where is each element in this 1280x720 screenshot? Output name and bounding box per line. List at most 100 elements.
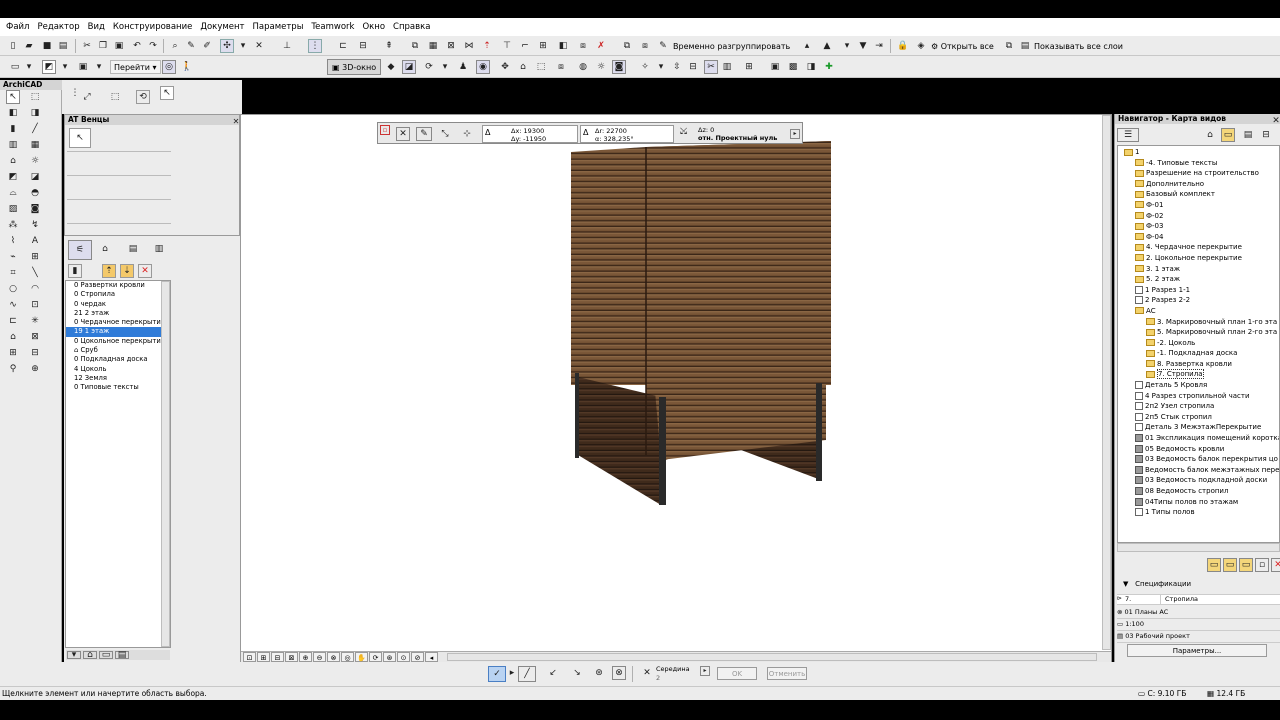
polar-field[interactable]: Δ Δr: 22700 α: 328,235° <box>580 125 674 143</box>
cursor-origin-icon[interactable]: ⊹ <box>460 127 474 141</box>
paste-icon[interactable]: ▣ <box>112 39 126 53</box>
orbit-icon[interactable]: ⟳ <box>422 60 436 74</box>
rotated-rect-icon[interactable]: ⟲ <box>136 90 150 104</box>
palette-expand-icon[interactable]: ▸ <box>790 129 800 139</box>
tool-icon[interactable]: ⌓ <box>6 186 20 200</box>
layer-item[interactable]: 0 Чердачное перекрытие <box>66 318 170 327</box>
navigator-item[interactable]: 3. 1 этаж <box>1118 264 1279 275</box>
cutaway-icon[interactable]: ✂ <box>704 60 718 74</box>
layer-settings-icon[interactable]: ▮ <box>68 264 82 278</box>
horizontal-scrollbar[interactable] <box>447 653 1097 661</box>
zoom-control-icon[interactable]: ⟳ <box>369 652 382 662</box>
redo-icon[interactable]: ↷ <box>146 39 160 53</box>
ungroup-temp-button[interactable]: Временно разгруппировать <box>673 39 790 53</box>
home-small-icon[interactable]: ⌂ <box>83 650 97 659</box>
check-icon[interactable]: ✓ <box>488 666 506 682</box>
line-icon[interactable]: ╱ <box>518 666 536 682</box>
window-icon[interactable]: ▭ <box>8 60 22 74</box>
tool-icon[interactable]: ▥ <box>6 138 20 152</box>
tool-icon[interactable]: ⊡ <box>28 298 42 312</box>
layer-item[interactable]: 21 2 этаж <box>66 309 170 318</box>
navigator-item[interactable]: Ф-04 <box>1118 232 1279 243</box>
layout-icon[interactable]: ▣ <box>76 60 90 74</box>
ok-button[interactable]: OK <box>717 667 757 680</box>
grid-origin-icon[interactable]: ⤡ <box>438 127 452 141</box>
layer-scrollbar[interactable] <box>161 281 170 647</box>
navigator-item[interactable]: 5. Маркировочный план 2-го эта <box>1118 327 1279 338</box>
menu-item[interactable]: Вид <box>84 22 109 32</box>
tool-icon[interactable]: ∿ <box>6 298 20 312</box>
tool-icon[interactable]: A <box>28 234 42 248</box>
tool-icon[interactable]: ⊕ <box>28 362 42 376</box>
tool-icon[interactable]: ⁂ <box>6 218 20 232</box>
globe-icon[interactable]: ◍ <box>576 60 590 74</box>
publisher-small-icon[interactable]: ⊟ <box>1259 128 1273 142</box>
dropdown-arrow-icon[interactable]: ▾ <box>236 39 250 53</box>
green-plus-icon[interactable]: ✚ <box>822 60 836 74</box>
group-items-icon[interactable]: ⧉ <box>620 39 634 53</box>
cut-icon[interactable]: ✂ <box>80 39 94 53</box>
navigator-item[interactable]: Ф-02 <box>1118 211 1279 222</box>
tool-icon[interactable]: ⊏ <box>6 314 20 328</box>
goto-button[interactable]: Перейти ▾ <box>110 60 161 74</box>
settings-small-icon[interactable]: ▫ <box>1255 558 1269 572</box>
dropdown-arrow-icon[interactable]: ▾ <box>654 60 668 74</box>
lock-icon[interactable]: 🔒 <box>896 39 910 53</box>
move-up2-icon[interactable]: ▲ <box>820 39 834 53</box>
menu-item[interactable]: Справка <box>389 22 434 32</box>
move-down2-icon[interactable]: ▼ <box>856 39 870 53</box>
cube-icon[interactable]: ⬚ <box>534 60 548 74</box>
layer-item[interactable]: 19 1 этаж <box>66 327 170 337</box>
eyedropper-icon[interactable]: ✎ <box>184 39 198 53</box>
model-view-row[interactable]: ▤ 03 Рабочий проект <box>1117 632 1280 643</box>
split-icon[interactable]: ⊠ <box>444 39 458 53</box>
tool-icon[interactable]: ↯ <box>28 218 42 232</box>
rect-select-icon[interactable]: ⬚ <box>108 90 122 104</box>
layer-item[interactable]: 4 Цоколь <box>66 365 170 374</box>
tool-icon[interactable]: ☼ <box>28 154 42 168</box>
navigator-menu-icon[interactable]: ☰ <box>1117 128 1139 142</box>
tool-icon[interactable]: ◠ <box>28 282 42 296</box>
guide-lines-icon[interactable]: ✕ <box>252 39 266 53</box>
tool-icon[interactable]: ◩ <box>6 170 20 184</box>
vertical-scrollbar[interactable] <box>1102 115 1111 650</box>
trim-icon[interactable]: ⋈ <box>462 39 476 53</box>
tool-icon[interactable]: ⊞ <box>6 346 20 360</box>
new-file-icon[interactable]: ▯ <box>6 39 20 53</box>
layer-item[interactable]: 0 Подкладная доска <box>66 355 170 364</box>
layer-item[interactable]: 0 Развертки кровли <box>66 281 170 290</box>
scale-row[interactable]: ▭ 1:100 <box>1117 620 1280 631</box>
properties-section[interactable]: ▼ Спецификации <box>1123 580 1191 588</box>
snap-guide-icon[interactable]: ⊗ <box>612 666 626 680</box>
arrow-tool-icon[interactable]: ↖ <box>69 128 91 148</box>
show-layers-icon[interactable]: ▤ <box>1018 39 1032 53</box>
list-small-icon[interactable]: ▤ <box>115 650 129 659</box>
eraser-icon[interactable]: ✗ <box>594 39 608 53</box>
layers-icon[interactable]: ⧉ <box>1002 39 1016 53</box>
film-icon[interactable]: ▩ <box>786 60 800 74</box>
zoom-control-icon[interactable]: ⊘ <box>411 652 424 662</box>
lock-area-icon[interactable]: ▦ <box>426 39 440 53</box>
navigator-item[interactable]: 1 Типы полов <box>1118 507 1279 518</box>
tool-icon[interactable]: ╱ <box>28 122 42 136</box>
navigator-item[interactable]: 2. Цокольное перекрытие <box>1118 253 1279 264</box>
tool-icon[interactable]: ◓ <box>28 186 42 200</box>
move-down-icon[interactable]: ▾ <box>840 39 854 53</box>
navigator-item[interactable]: -4. Типовые тексты <box>1118 158 1279 169</box>
walk-icon[interactable]: 🚶 <box>180 60 194 74</box>
layer-item[interactable]: 12 Земля <box>66 374 170 383</box>
tool-icon[interactable]: ⌂ <box>6 154 20 168</box>
align-icon[interactable]: ⊥ <box>280 39 294 53</box>
move-icon[interactable]: ✥ <box>498 60 512 74</box>
light-icon[interactable]: ✧ <box>638 60 652 74</box>
explode-icon[interactable]: ◧ <box>556 39 570 53</box>
tool-icon[interactable]: ✳ <box>28 314 42 328</box>
tool-icon[interactable]: ◪ <box>28 170 42 184</box>
navigator-item[interactable]: 8. Развертка кровли <box>1118 359 1279 370</box>
navigator-item[interactable]: -2. Цоколь <box>1118 338 1279 349</box>
tool-icon[interactable]: ↖ <box>6 90 20 104</box>
open-file-icon[interactable]: ▰ <box>22 39 36 53</box>
distribute-icon[interactable]: ⊟ <box>356 39 370 53</box>
dropdown-arrow-icon[interactable]: ▾ <box>58 60 72 74</box>
layer-set-row[interactable]: ⊗ 01 Планы АС <box>1117 608 1280 619</box>
